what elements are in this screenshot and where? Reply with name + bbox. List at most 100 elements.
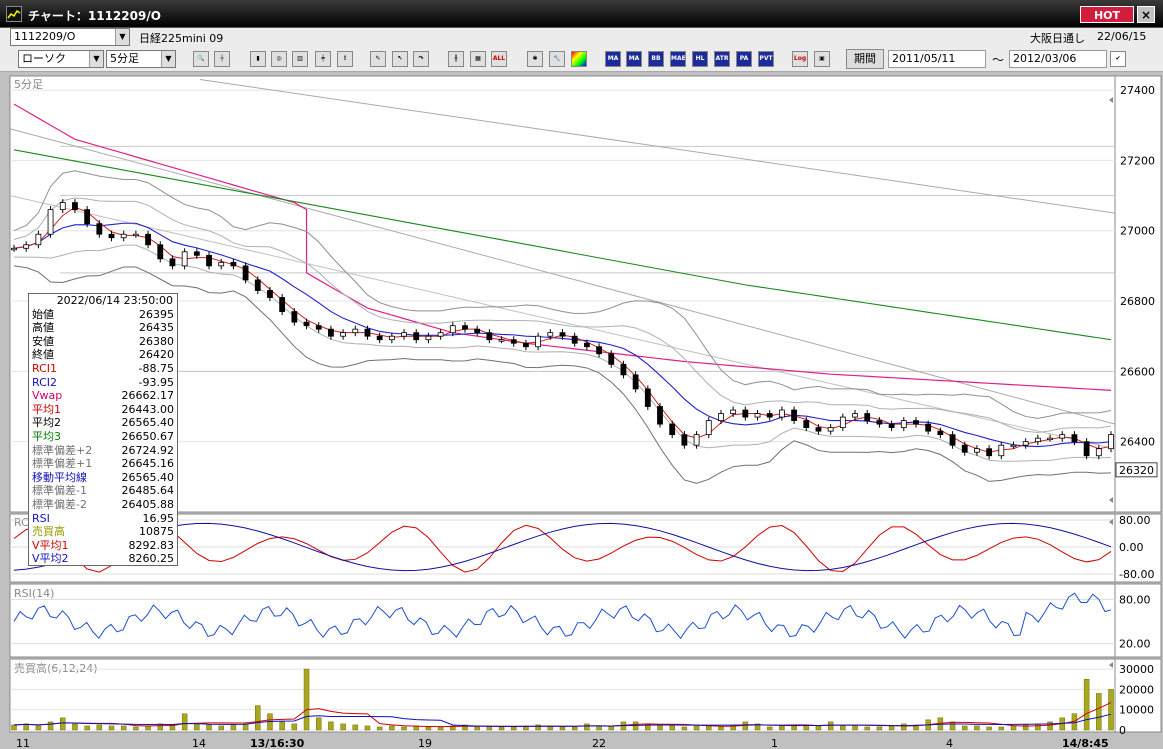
info-row-label: 平均1 [32,402,61,416]
candle-body [181,251,188,267]
atr-button[interactable]: ATR [714,51,730,67]
candle-body [535,335,542,348]
main-panel-label: 5分足 [14,78,43,91]
volume-bar [974,725,980,731]
chart-type-value: ローソク [22,52,66,65]
info-row-value: -93.95 [138,375,174,389]
volume-bar [596,725,602,731]
candle-body [1108,434,1114,450]
candle-body [47,209,54,235]
search-chart-icon[interactable]: ◎ [271,51,287,67]
grid-icon[interactable]: ▦ [470,51,486,67]
export-icon[interactable]: ▣ [814,51,830,67]
date-to-field[interactable]: 2012/03/06 [1009,50,1107,68]
candle-body [267,290,273,298]
candle-body [1047,437,1053,441]
palette-icon[interactable] [571,51,587,67]
bar-chart-icon[interactable]: ▥ [292,51,308,67]
volume-bar [876,726,883,731]
title-bar: チャート：1112209/O HOT × [0,0,1163,28]
info-row-value: 26565.40 [121,416,175,430]
info-row-label: V平均2 [32,552,69,566]
candle-body [72,202,78,211]
candle-compare-icon[interactable]: ╫ [448,51,464,67]
info-row: 移動平均線 26565.40 [32,471,174,485]
candle-body [145,233,151,246]
rci-tick-label: -80.00 [1119,568,1154,581]
info-row-label: V平均1 [32,538,69,552]
time-tick-label: 14 [192,737,206,749]
price-tick-label: 27000 [1120,225,1155,238]
info-row: V平均2 8260.25 [32,552,174,566]
pvt-button[interactable]: PVT [758,51,774,67]
info-row-label: 標準偏差+2 [32,443,93,457]
para-button[interactable]: PA RA [736,51,752,67]
info-row-value: 26662.17 [121,389,175,403]
candle-body [1071,434,1078,443]
date-to-value: 2012/03/06 [1013,52,1077,65]
candle-body [961,444,968,453]
close-button[interactable]: × [1137,6,1155,23]
candle-body [132,233,139,237]
rci-tick-label: 0.00 [1119,541,1144,554]
candle-body [352,328,359,334]
info-row: 平均2 26565.40 [32,416,174,430]
volume-bar [1083,678,1090,731]
zoom-icon[interactable]: 🔍 [193,51,209,67]
chart-type-select[interactable]: ローソク ▼ [18,50,104,68]
info-row: RSI 16.95 [32,512,174,526]
info-row-value: 26650.67 [121,429,175,443]
apply-check-icon[interactable]: ✔ [1110,51,1126,67]
volume-bar [571,726,578,731]
crosshair-icon[interactable]: ┼ [214,51,230,67]
candle-body [937,430,944,436]
candle-body [779,409,785,418]
interval-select[interactable]: 5分足 ▼ [106,50,176,68]
candle-icon[interactable]: ▮ [250,51,266,67]
mae-button[interactable]: MAE [670,51,686,67]
candle-body [864,413,871,421]
chevron-down-icon[interactable]: ▼ [89,51,103,67]
redo-icon[interactable]: ↷ [413,51,429,67]
log-button[interactable]: Log [792,51,808,67]
paint-icon[interactable]: 🔧 [549,51,565,67]
volume-bar [693,725,700,731]
volume-bar [706,725,712,731]
chevron-down-icon[interactable]: ▼ [115,29,129,45]
settings-icon[interactable]: ✱ [527,51,543,67]
date-from-field[interactable]: 2011/05/11 [888,50,986,68]
ma2-button[interactable]: MA [626,51,642,67]
volume-bar [255,705,261,731]
all-button[interactable]: ALL [491,51,507,67]
volume-bar [328,721,334,731]
candle-body [230,261,237,267]
candle-body [620,363,627,376]
hot-button[interactable]: HOT [1080,6,1134,23]
candle-body [986,448,993,457]
symbol-code-select[interactable]: 1112209/O ▼ [10,28,130,46]
volume-bar [389,725,395,731]
current-price-label: 26320 [1119,464,1154,477]
volume-bar [888,725,895,731]
volume-bar [279,721,285,731]
candle-body [839,416,846,429]
period-button[interactable]: 期間 [846,49,884,69]
chevron-down-icon[interactable]: ▼ [161,51,175,67]
info-row: 高値 26435 [32,321,174,335]
pencil-icon[interactable]: ✎ [370,51,386,67]
info-row-value: 10875 [139,525,174,539]
volume-bar [949,721,956,731]
volume-bar [718,726,724,731]
info-row: 売買高 10875 [32,525,174,539]
candle-body [815,427,822,432]
cursor-icon[interactable]: ↖ [392,51,408,67]
hl-button[interactable]: HL [692,51,708,67]
info-icon[interactable]: ! [337,51,353,67]
candle-body [754,413,761,418]
bb-button[interactable]: BB [648,51,664,67]
candle-body [254,279,261,291]
ma-button[interactable]: MA [605,51,621,67]
compare-icon[interactable]: ╪ [315,51,331,67]
candle-body [559,332,566,337]
volume-bar [72,723,78,731]
